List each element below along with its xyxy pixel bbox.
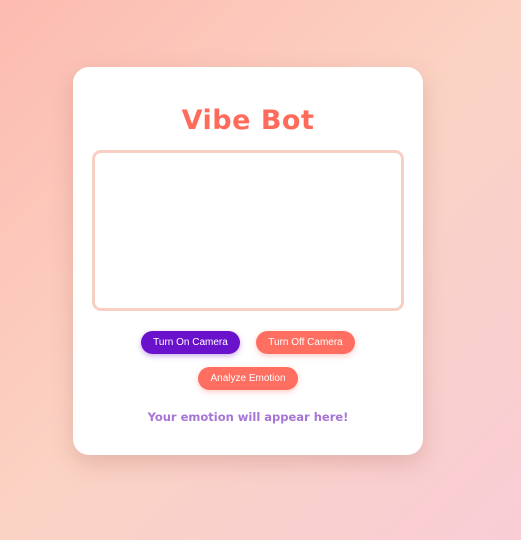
turn-off-camera-button[interactable]: Turn Off Camera <box>256 331 355 354</box>
page-title: Vibe Bot <box>181 105 315 136</box>
analyze-emotion-button[interactable]: Analyze Emotion <box>198 367 298 390</box>
vibe-bot-card: Vibe Bot Turn On Camera Turn Off Camera … <box>73 67 423 455</box>
camera-video-preview <box>92 150 404 311</box>
emotion-result-text: Your emotion will appear here! <box>147 410 349 424</box>
turn-on-camera-button[interactable]: Turn On Camera <box>141 331 240 354</box>
